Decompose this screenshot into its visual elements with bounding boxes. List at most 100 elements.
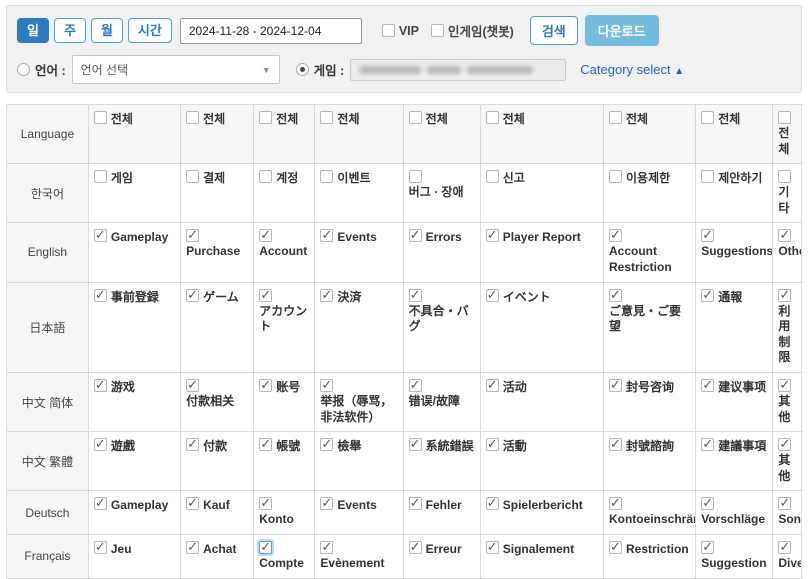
checkbox-checked-icon[interactable] (259, 541, 272, 554)
checkbox-checked-icon[interactable] (701, 289, 714, 302)
checkbox-checked-icon[interactable] (486, 541, 499, 554)
checkbox-icon[interactable] (778, 170, 791, 183)
period-month-button[interactable]: 월 (91, 18, 123, 44)
category-cell: 通報 (696, 282, 773, 372)
checkbox-checked-icon[interactable] (259, 289, 272, 302)
checkbox-icon[interactable] (186, 111, 199, 124)
checkbox-icon[interactable] (320, 111, 333, 124)
game-radio[interactable] (296, 63, 309, 76)
checkbox-checked-icon[interactable] (94, 438, 107, 451)
checkbox-checked-icon[interactable] (486, 438, 499, 451)
checkbox-checked-icon[interactable] (778, 289, 791, 302)
checkbox-icon[interactable] (778, 111, 791, 124)
checkbox-icon[interactable] (259, 170, 272, 183)
category-label: 기타 (778, 184, 796, 216)
checkbox-icon[interactable] (94, 111, 107, 124)
period-week-button[interactable]: 주 (54, 18, 86, 44)
period-day-button[interactable]: 일 (17, 18, 49, 44)
category-select-link[interactable]: Category select ▲ (580, 62, 684, 77)
category-label: 게임 (111, 170, 133, 187)
category-cell: 封號諮詢 (603, 432, 695, 491)
checkbox-checked-icon[interactable] (701, 379, 714, 392)
checkbox-icon[interactable] (320, 170, 333, 183)
checkbox-icon[interactable] (409, 111, 422, 124)
search-button[interactable]: 검색 (530, 16, 578, 45)
checkbox-checked-icon[interactable] (486, 379, 499, 392)
select-all-label: 전체 (718, 111, 740, 128)
checkbox-checked-icon[interactable] (486, 497, 499, 510)
checkbox-checked-icon[interactable] (778, 541, 791, 554)
checkbox-checked-icon[interactable] (320, 438, 333, 451)
checkbox-checked-icon[interactable] (609, 379, 622, 392)
category-label: Other (778, 243, 796, 260)
checkbox-checked-icon[interactable] (94, 229, 107, 242)
checkbox-checked-icon[interactable] (409, 438, 422, 451)
language-header-cell: Language (7, 105, 89, 164)
checkbox-checked-icon[interactable] (259, 379, 272, 392)
language-radio[interactable] (17, 63, 30, 76)
checkbox-checked-icon[interactable] (186, 379, 199, 392)
checkbox-checked-icon[interactable] (259, 229, 272, 242)
checkbox-icon[interactable] (609, 170, 622, 183)
checkbox-checked-icon[interactable] (778, 497, 791, 510)
checkbox-checked-icon[interactable] (701, 497, 714, 510)
checkbox-checked-icon[interactable] (409, 497, 422, 510)
checkbox-checked-icon[interactable] (259, 497, 272, 510)
checkbox-checked-icon[interactable] (320, 541, 333, 554)
category-cell: 活动 (480, 372, 603, 431)
checkbox-checked-icon[interactable] (94, 497, 107, 510)
checkbox-icon[interactable] (701, 111, 714, 124)
checkbox-checked-icon[interactable] (94, 379, 107, 392)
checkbox-checked-icon[interactable] (186, 541, 199, 554)
category-label: 遊戲 (111, 438, 135, 455)
select-all-label: 전체 (778, 125, 796, 157)
checkbox-checked-icon[interactable] (486, 289, 499, 302)
checkbox-checked-icon[interactable] (486, 229, 499, 242)
checkbox-checked-icon[interactable] (186, 497, 199, 510)
checkbox-icon[interactable] (609, 111, 622, 124)
checkbox-checked-icon[interactable] (320, 229, 333, 242)
checkbox-checked-icon[interactable] (186, 438, 199, 451)
download-button[interactable]: 다운로드 (585, 15, 659, 46)
checkbox-checked-icon[interactable] (778, 379, 791, 392)
checkbox-checked-icon[interactable] (320, 289, 333, 302)
checkbox-icon[interactable] (701, 170, 714, 183)
checkbox-icon[interactable] (186, 170, 199, 183)
language-select[interactable]: 언어 선택 ▼ (72, 55, 280, 84)
checkbox-checked-icon[interactable] (186, 229, 199, 242)
checkbox-checked-icon[interactable] (609, 438, 622, 451)
checkbox-checked-icon[interactable] (409, 289, 422, 302)
checkbox-checked-icon[interactable] (701, 541, 714, 554)
checkbox-checked-icon[interactable] (320, 497, 333, 510)
checkbox-checked-icon[interactable] (609, 541, 622, 554)
checkbox-checked-icon[interactable] (409, 541, 422, 554)
vip-checkbox[interactable] (382, 24, 395, 37)
checkbox-checked-icon[interactable] (409, 379, 422, 392)
date-range-input[interactable] (180, 18, 362, 44)
checkbox-icon[interactable] (259, 111, 272, 124)
checkbox-checked-icon[interactable] (778, 438, 791, 451)
checkbox-checked-icon[interactable] (701, 438, 714, 451)
checkbox-checked-icon[interactable] (259, 438, 272, 451)
ingame-chatbot-checkbox[interactable] (431, 24, 444, 37)
checkbox-checked-icon[interactable] (320, 379, 333, 392)
checkbox-checked-icon[interactable] (186, 289, 199, 302)
category-label: 檢舉 (337, 438, 361, 455)
checkbox-checked-icon[interactable] (94, 289, 107, 302)
checkbox-icon[interactable] (486, 170, 499, 183)
checkbox-checked-icon[interactable] (609, 229, 622, 242)
checkbox-icon[interactable] (409, 170, 422, 183)
checkbox-checked-icon[interactable] (701, 229, 714, 242)
checkbox-icon[interactable] (486, 111, 499, 124)
checkbox-icon[interactable] (94, 170, 107, 183)
checkbox-checked-icon[interactable] (778, 229, 791, 242)
checkbox-checked-icon[interactable] (94, 541, 107, 554)
category-label: 活動 (503, 438, 527, 455)
category-cell: 기타 (773, 164, 802, 223)
checkbox-checked-icon[interactable] (609, 497, 622, 510)
checkbox-checked-icon[interactable] (409, 229, 422, 242)
game-value-field[interactable] (350, 59, 566, 81)
select-all-label: 전체 (111, 111, 133, 128)
period-time-button[interactable]: 시간 (128, 18, 172, 44)
checkbox-checked-icon[interactable] (609, 289, 622, 302)
